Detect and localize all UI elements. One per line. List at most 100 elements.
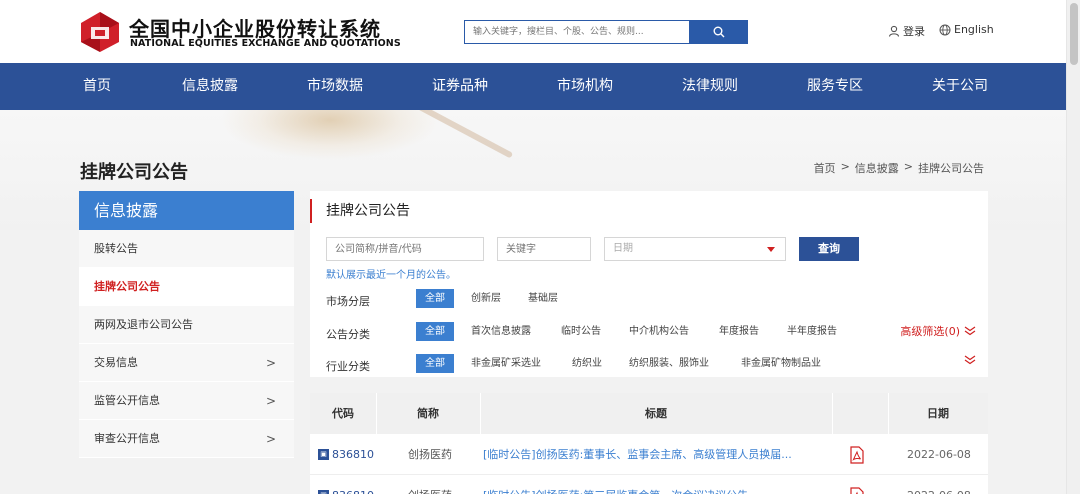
double-chevron-down-icon xyxy=(964,326,976,336)
nav-item-securities[interactable]: 证券品种 xyxy=(432,63,488,110)
language-switch[interactable]: English xyxy=(939,23,994,36)
announcement-filter-panel: 挂牌公司公告 日期 查询 默认展示最近一个月的公告。 市场分层 全部 创新层 基… xyxy=(310,191,988,377)
announcement-date: 2022-06-08 xyxy=(907,448,971,461)
nav-item-home[interactable]: 首页 xyxy=(83,63,111,110)
login-link[interactable]: 登录 xyxy=(888,23,925,39)
chevron-right-icon: > xyxy=(265,356,276,370)
table-row[interactable]: ▣ 836810 创扬医药 [临时公告]创扬医药:第三届监事会第一次会议决议公告… xyxy=(310,475,988,494)
site-header: 全国中小企业股份转让系统 NATIONAL EQUITIES EXCHANGE … xyxy=(0,0,1080,63)
keyword-input[interactable] xyxy=(497,237,591,261)
date-placeholder: 日期 xyxy=(613,243,633,254)
filter-category-annual[interactable]: 年度报告 xyxy=(719,322,759,341)
main-nav: 首页 信息披露 市场数据 证券品种 市场机构 法律规则 服务专区 关于公司 xyxy=(0,63,1067,110)
filter-industry-nonmetal-products[interactable]: 非金属矿物制品业 xyxy=(741,354,821,373)
announcement-table: 代码 简称 标题 日期 ▣ 836810 创扬医药 [临时公告]创扬医药:董事长… xyxy=(310,393,988,494)
sidebar-item-review-info[interactable]: 审查公开信息 > xyxy=(79,420,294,458)
announcement-title-link[interactable]: [临时公告]创扬医药:董事长、监事会主席、高级管理人员换届... xyxy=(483,434,793,475)
sidebar-item-nesb-announcements[interactable]: 股转公告 xyxy=(79,230,294,268)
filter-industry-nonmetal-mining[interactable]: 非金属矿采选业 xyxy=(471,354,541,373)
default-range-hint: 默认展示最近一个月的公告。 xyxy=(326,270,456,281)
nav-item-about[interactable]: 关于公司 xyxy=(932,63,988,110)
nav-item-institutions[interactable]: 市场机构 xyxy=(557,63,613,110)
sidebar: 信息披露 股转公告 挂牌公司公告 两网及退市公司公告 交易信息 > 监管公开信息… xyxy=(79,191,294,458)
stock-code-cell[interactable]: ▣ 836810 xyxy=(318,434,374,475)
filter-category-intermediary[interactable]: 中介机构公告 xyxy=(629,322,689,341)
column-divider xyxy=(832,393,833,434)
nav-item-market-data[interactable]: 市场数据 xyxy=(307,63,363,110)
column-header-name: 简称 xyxy=(417,407,439,420)
column-header-code: 代码 xyxy=(332,407,354,420)
section-title: 挂牌公司公告 xyxy=(310,199,410,223)
date-select[interactable]: 日期 xyxy=(604,237,786,261)
sidebar-item-label: 交易信息 xyxy=(94,356,138,369)
filter-industry-all[interactable]: 全部 xyxy=(416,354,454,373)
site-search-input[interactable] xyxy=(464,20,690,44)
stock-code: 836810 xyxy=(332,448,374,461)
stock-badge-icon: ▣ xyxy=(318,490,329,494)
sidebar-item-label: 两网及退市公司公告 xyxy=(94,318,193,331)
page-title: 挂牌公司公告 xyxy=(80,162,188,183)
globe-icon xyxy=(939,24,951,35)
announcement-date: 2022-06-08 xyxy=(907,475,971,494)
column-header-date: 日期 xyxy=(927,407,949,420)
announcement-title-link[interactable]: [临时公告]创扬医药:第三届监事会第一次会议决议公告 xyxy=(483,475,793,494)
query-button[interactable]: 查询 xyxy=(799,237,859,261)
table-row[interactable]: ▣ 836810 创扬医药 [临时公告]创扬医药:董事长、监事会主席、高级管理人… xyxy=(310,434,988,475)
sidebar-item-listed-company-announcements[interactable]: 挂牌公司公告 xyxy=(79,268,294,306)
scrollbar-thumb[interactable] xyxy=(1070,3,1078,65)
language-label: English xyxy=(954,23,994,36)
sidebar-item-trading-info[interactable]: 交易信息 > xyxy=(79,344,294,382)
table-header: 代码 简称 标题 日期 xyxy=(310,393,988,434)
breadcrumb-current: 挂牌公司公告 xyxy=(918,162,984,175)
filter-category-semiannual[interactable]: 半年度报告 xyxy=(787,322,837,341)
sidebar-heading: 信息披露 xyxy=(79,191,294,230)
nav-item-rules[interactable]: 法律规则 xyxy=(682,63,738,110)
company-name: 创扬医药 xyxy=(408,448,452,461)
sidebar-item-supervision-info[interactable]: 监管公开信息 > xyxy=(79,382,294,420)
filter-market-all[interactable]: 全部 xyxy=(416,289,454,308)
nav-item-disclosure[interactable]: 信息披露 xyxy=(182,63,238,110)
chevron-right-icon: > xyxy=(265,432,276,446)
advanced-filter-label: 高级筛选(0) xyxy=(900,325,960,338)
filter-label-market: 市场分层 xyxy=(326,295,370,308)
brand-name-en: NATIONAL EQUITIES EXCHANGE AND QUOTATION… xyxy=(130,38,401,49)
filter-category-all[interactable]: 全部 xyxy=(416,322,454,341)
sidebar-item-label: 股转公告 xyxy=(94,242,138,255)
breadcrumb-home[interactable]: 首页 xyxy=(814,160,836,176)
breadcrumb-separator: > xyxy=(840,160,850,173)
filter-industry-textile[interactable]: 纺织业 xyxy=(572,354,602,373)
company-name: 创扬医药 xyxy=(408,475,452,494)
filter-label-category: 公告分类 xyxy=(326,328,370,341)
double-chevron-down-icon[interactable] xyxy=(964,355,976,365)
pdf-icon[interactable] xyxy=(850,487,864,494)
sidebar-item-delisted-announcements[interactable]: 两网及退市公司公告 xyxy=(79,306,294,344)
filter-label-industry: 行业分类 xyxy=(326,360,370,373)
nav-item-services[interactable]: 服务专区 xyxy=(807,63,863,110)
caret-down-icon xyxy=(767,247,775,252)
chevron-right-icon: > xyxy=(265,394,276,408)
stock-badge-icon: ▣ xyxy=(318,449,329,460)
filter-market-basic[interactable]: 基础层 xyxy=(528,289,558,308)
sidebar-item-label: 审查公开信息 xyxy=(94,432,160,445)
column-divider xyxy=(376,393,377,434)
user-icon xyxy=(888,25,900,37)
neeq-logo-icon[interactable] xyxy=(79,11,121,53)
sidebar-item-label: 监管公开信息 xyxy=(94,394,160,407)
login-label: 登录 xyxy=(903,25,925,38)
filter-industry-apparel[interactable]: 纺织服装、服饰业 xyxy=(629,354,709,373)
filter-category-interim[interactable]: 临时公告 xyxy=(561,322,601,341)
page-scrollbar[interactable] xyxy=(1066,0,1080,494)
banner-decoration xyxy=(220,110,440,160)
breadcrumb-disclosure[interactable]: 信息披露 xyxy=(855,160,899,176)
filter-category-first-disclosure[interactable]: 首次信息披露 xyxy=(471,322,531,341)
column-header-title: 标题 xyxy=(645,407,667,420)
advanced-filter-toggle[interactable]: 高级筛选(0) xyxy=(900,323,976,339)
filter-market-innovation[interactable]: 创新层 xyxy=(471,289,501,308)
column-divider xyxy=(480,393,481,434)
search-button[interactable] xyxy=(690,20,748,44)
search-icon xyxy=(713,26,725,38)
pdf-icon[interactable] xyxy=(850,446,864,464)
company-search-input[interactable] xyxy=(326,237,484,261)
stock-code: 836810 xyxy=(332,475,374,494)
stock-code-cell[interactable]: ▣ 836810 xyxy=(318,475,374,494)
